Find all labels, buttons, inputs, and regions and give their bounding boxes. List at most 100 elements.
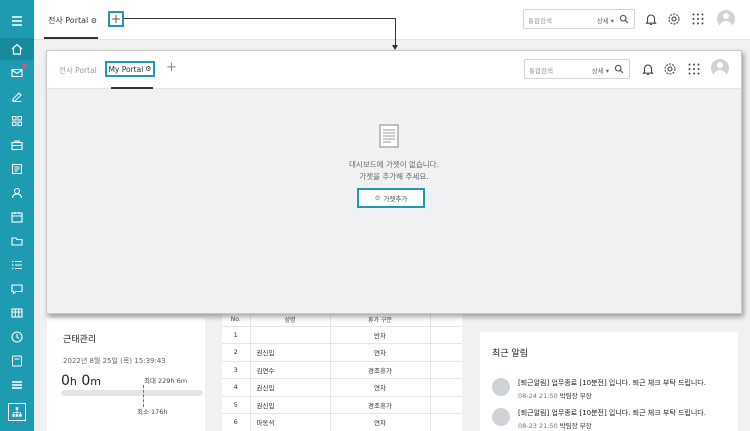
table-row[interactable]: 4 권신입 연차 <box>222 378 462 397</box>
gear-icon[interactable] <box>663 62 677 76</box>
edit-icon <box>12 92 22 103</box>
table-row[interactable]: 5 권신입 경조휴가 <box>222 396 462 414</box>
briefcase-icon <box>11 140 23 151</box>
home-icon <box>11 43 23 55</box>
menu-icon[interactable] <box>0 10 34 32</box>
search-input[interactable]: 통합검색 <box>529 65 553 75</box>
empty-message-line2: 가젯을 추가해 주세요. <box>359 172 429 181</box>
notification-text: [퇴근알림] 업무종료 [10분전] 입니다. 퇴근 체크 부탁 드립니다. <box>518 379 706 387</box>
worked-minutes: 0 <box>81 373 91 389</box>
sidebar-item-calendar[interactable] <box>0 206 34 228</box>
notifications-title: 최근 알림 <box>492 349 528 359</box>
attendance-date: 2022년 8월 25일 (목) 15:39:43 <box>63 357 166 365</box>
attendance-worked-time: 0h 0m <box>61 373 101 389</box>
sidebar-item-organization[interactable] <box>0 400 34 424</box>
sidebar-item-messenger[interactable] <box>0 278 34 300</box>
sidebar-item-device[interactable] <box>0 350 34 372</box>
sidebar-item-contacts[interactable] <box>0 182 34 204</box>
search-option-label: 상세 <box>596 17 609 25</box>
sidebar-item-write[interactable] <box>0 86 34 108</box>
gear-small-icon: ⚙ <box>145 65 152 73</box>
hamburger-icon <box>12 16 22 26</box>
table-row[interactable]: 2 권신입 연차 <box>222 343 462 362</box>
gear-icon[interactable] <box>667 12 681 26</box>
notification-meta: 08-24 21:50 박팀장 부장 <box>518 390 592 400</box>
add-tab-button[interactable]: + <box>166 61 177 74</box>
chat-icon <box>11 284 23 295</box>
col-name: 성명 <box>249 314 330 327</box>
add-gadget-button[interactable]: ⚙ 가젯추가 <box>357 188 425 208</box>
tab-label: 전사 Portal <box>48 16 89 25</box>
cell-name <box>249 326 330 344</box>
search-input[interactable]: 통합검색 <box>528 15 552 25</box>
cell-type: 반차 <box>329 326 430 344</box>
callout-line <box>124 18 395 19</box>
clock-icon <box>11 331 23 343</box>
list-icon <box>12 260 22 270</box>
cell-extra <box>429 413 462 431</box>
bell-icon[interactable] <box>644 12 658 26</box>
table-header-row: No. 성명 휴가 구분 <box>222 314 462 327</box>
table-row[interactable]: 6 마동석 연차 <box>222 413 462 431</box>
notifications-card: 최근 알림 [퇴근알림] 업무종료 [10분전] 입니다. 퇴근 체크 부탁 드… <box>480 332 738 431</box>
sidebar-item-attendance[interactable] <box>0 326 34 348</box>
search-box[interactable]: 통합검색 상세 ▾ <box>524 59 630 79</box>
app-grid-icon[interactable] <box>691 12 705 26</box>
active-tab-underline <box>44 37 98 39</box>
cell-extra <box>429 396 462 414</box>
sidebar-item-mail[interactable] <box>0 62 34 84</box>
cell-no: 1 <box>222 326 250 344</box>
cell-extra <box>429 326 462 344</box>
tab-company-portal[interactable]: 전사 Portal <box>59 65 97 76</box>
folder-icon <box>11 237 23 246</box>
plus-icon: + <box>110 12 122 26</box>
cell-extra <box>429 378 462 397</box>
avatar <box>492 408 510 426</box>
app-grid-icon[interactable] <box>687 62 701 76</box>
gear-small-icon: ⚙ <box>374 194 381 202</box>
sidebar-item-form[interactable] <box>0 158 34 180</box>
table-row[interactable]: 3 김연수 경조휴가 <box>222 361 462 379</box>
search-icon[interactable] <box>619 14 629 24</box>
sidebar-item-home[interactable] <box>0 38 34 60</box>
cell-no: 5 <box>222 396 250 414</box>
sidebar-item-files[interactable] <box>0 230 34 252</box>
search-icon[interactable] <box>614 64 624 74</box>
org-chart-icon <box>8 403 26 421</box>
notification-sender: 박팀장 부장 <box>559 392 592 400</box>
device-icon <box>11 355 23 367</box>
tab-company-portal[interactable]: 전사 Portal ⚙ <box>48 15 97 26</box>
sidebar-item-work[interactable] <box>0 134 34 156</box>
search-box[interactable]: 통합검색 상세 ▾ <box>523 9 635 29</box>
tab-my-portal[interactable]: My Portal ⚙ <box>105 61 155 77</box>
mail-badge <box>22 64 26 68</box>
cell-name: 권신입 <box>249 396 330 414</box>
attendance-max-label: 최대 229h 6m <box>144 377 188 385</box>
avatar[interactable] <box>717 10 735 28</box>
gear-small-icon: ⚙ <box>90 17 98 25</box>
cell-extra <box>429 361 462 379</box>
table-row[interactable]: 1 반차 <box>222 326 462 344</box>
sidebar-item-archive[interactable] <box>0 374 34 396</box>
my-portal-preview: 전사 Portal My Portal ⚙ + 통합검색 상세 ▾ 대시보드에 … <box>46 50 742 314</box>
add-tab-button[interactable]: + <box>108 11 124 27</box>
sidebar-item-list[interactable] <box>0 254 34 276</box>
search-option-select[interactable]: 상세 ▾ <box>592 65 609 75</box>
notification-text: [퇴근알림] 업무종료 [10분전] 입니다. 퇴근 체크 부탁 드립니다. <box>518 409 706 417</box>
attendance-card: 근태관리 2022년 8월 25일 (목) 15:39:43 0h 0m 최대 … <box>47 318 205 431</box>
cell-no: 2 <box>222 343 250 362</box>
sidebar-item-apps[interactable] <box>0 110 34 132</box>
cell-name: 권신입 <box>249 343 330 362</box>
notification-time: 08-24 21:50 <box>518 392 558 400</box>
add-gadget-label: 가젯추가 <box>383 195 408 203</box>
preview-top-bar: 전사 Portal My Portal ⚙ + 통합검색 상세 ▾ <box>47 51 741 89</box>
bell-icon[interactable] <box>641 62 655 76</box>
attendance-limit-marker <box>143 385 144 407</box>
empty-message-line1: 대시보드에 가젯이 없습니다. <box>349 160 439 169</box>
avatar[interactable] <box>711 59 729 77</box>
minute-unit: m <box>90 375 101 388</box>
search-option-select[interactable]: 상세 ▾ <box>597 15 614 25</box>
col-extra <box>429 314 462 327</box>
notification-sender: 박팀장 부장 <box>559 422 592 430</box>
sidebar-item-resources[interactable] <box>0 302 34 324</box>
